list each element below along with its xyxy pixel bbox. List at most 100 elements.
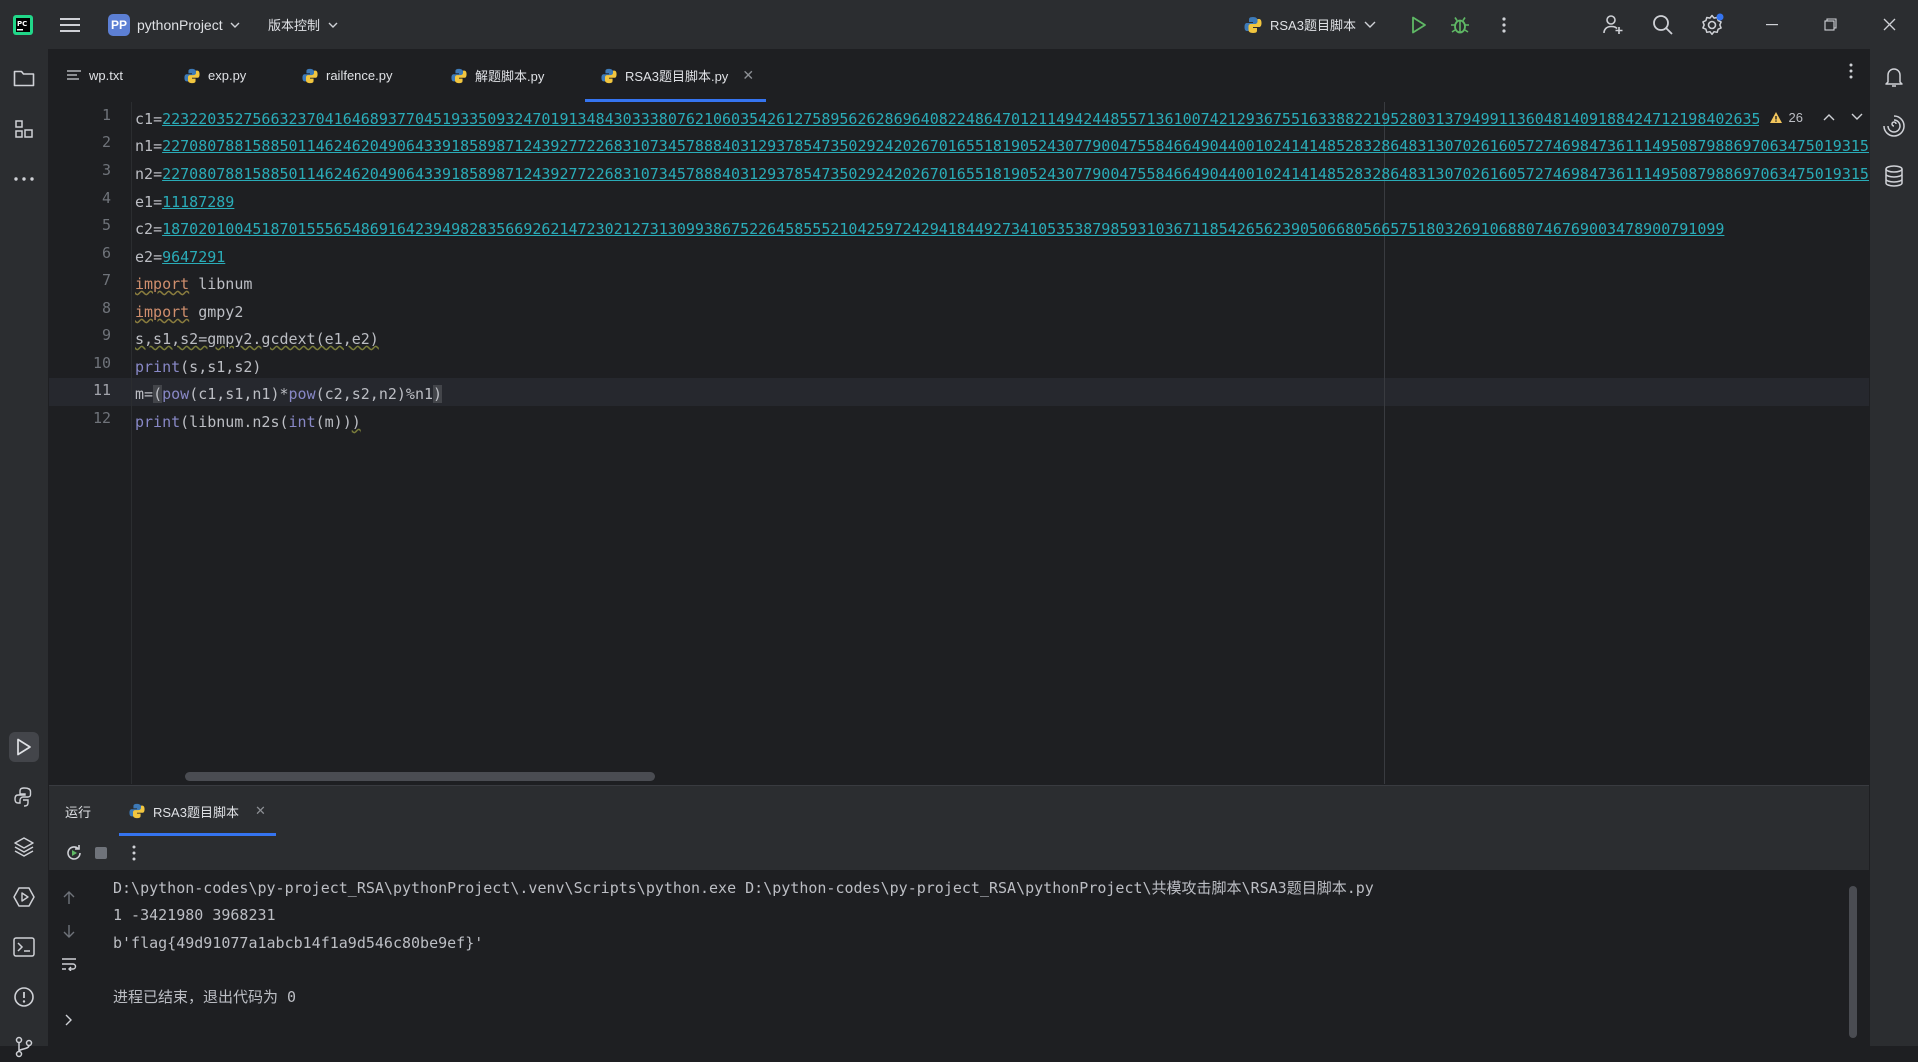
close-tab-icon[interactable]: ✕	[742, 67, 754, 84]
vcs-menu[interactable]: 版本控制	[268, 0, 338, 49]
operator: =	[153, 110, 163, 128]
add-user-button[interactable]	[1597, 0, 1629, 49]
run-configuration-selector[interactable]: RSA3题目脚本	[1244, 0, 1376, 49]
notifications-button[interactable]	[1879, 62, 1909, 92]
rerun-button[interactable]	[61, 840, 87, 866]
tab-label: exp.py	[208, 68, 247, 83]
debug-button[interactable]	[1444, 0, 1476, 49]
variable: n1	[135, 137, 154, 155]
tab-wp-txt[interactable]: wp.txt	[67, 49, 123, 102]
restore-button[interactable]	[1814, 0, 1846, 49]
scroll-down-button[interactable]	[59, 921, 79, 941]
soft-wrap-icon	[62, 958, 77, 971]
soft-wrap-button[interactable]	[59, 954, 79, 974]
tab-label: RSA3题目脚本.py	[625, 69, 729, 84]
code-line[interactable]: e2=9647291	[135, 244, 225, 271]
builtin-function: int	[288, 413, 316, 431]
warning-count: 26	[1788, 109, 1803, 125]
code-editor[interactable]: 1 2 3 4 5 6 7 8 9 10 11 12 c1=2232203527…	[49, 102, 1869, 784]
close-tab-icon[interactable]: ✕	[255, 803, 266, 819]
run-tab[interactable]: RSA3题目脚本 ✕	[119, 786, 276, 836]
services-tool-button[interactable]	[9, 882, 39, 912]
tab-label: railfence.py	[326, 68, 393, 83]
run-config-label: RSA3题目脚本	[1270, 18, 1356, 33]
builtin-function: print	[135, 358, 181, 376]
project-selector[interactable]: PP pythonProject	[108, 0, 240, 49]
right-margin-guide	[1384, 102, 1385, 784]
more-tools-button[interactable]	[9, 164, 39, 194]
run-tab-label: RSA3题目脚本	[153, 804, 239, 820]
search-icon	[1653, 14, 1673, 35]
structure-icon	[15, 120, 33, 138]
horizontal-scrollbar[interactable]	[185, 772, 655, 781]
problems-icon	[14, 987, 34, 1007]
chevron-down-icon[interactable]	[1851, 113, 1863, 121]
project-badge: PP	[108, 13, 130, 36]
text-file-icon	[67, 69, 81, 80]
code-line[interactable]: import libnum	[135, 271, 252, 298]
code-line[interactable]: e1=11187289	[135, 189, 234, 216]
folder-icon	[13, 70, 35, 87]
line-number: 10	[92, 354, 111, 372]
console-line: D:\python-codes\py-project_RSA\pythonPro…	[113, 879, 1374, 897]
search-button[interactable]	[1647, 0, 1679, 49]
builtin-function: pow	[288, 385, 316, 403]
run-more-button[interactable]	[121, 840, 147, 866]
structure-tool-button[interactable]	[9, 114, 39, 144]
code-line-current[interactable]: m=(pow(c1,s1,n1)*pow(c2,s2,n2)%n1)	[135, 381, 443, 408]
layers-tool-button[interactable]	[9, 832, 39, 862]
tab-railfence-py[interactable]: railfence.py	[302, 49, 392, 102]
chevron-down-icon	[230, 22, 240, 28]
console-output[interactable]: D:\python-codes\py-project_RSA\pythonPro…	[113, 870, 1853, 1047]
settings-button[interactable]	[1696, 0, 1728, 49]
arrow-up-icon	[63, 891, 75, 904]
line-number: 4	[101, 189, 111, 207]
tab-rsa3-script-py[interactable]: RSA3题目脚本.py ✕	[584, 49, 767, 102]
code-text: (m))	[315, 413, 352, 431]
stop-button[interactable]	[88, 840, 114, 866]
code-line[interactable]: import gmpy2	[135, 299, 243, 326]
code-line[interactable]: n1=2270807881588501146246204906433918589…	[135, 133, 1869, 160]
code-line[interactable]: c1=2232203527566323704164689377045193350…	[135, 106, 1869, 133]
git-tool-button[interactable]	[9, 1032, 39, 1062]
code-line[interactable]: s,s1,s2=gmpy2.gcdext(e1,e2)	[135, 326, 379, 353]
chevron-down-icon	[1364, 21, 1376, 28]
keyword: import	[135, 275, 190, 293]
run-tool-button[interactable]	[9, 732, 39, 762]
code-line[interactable]: c2=1870201004518701555654869164239498283…	[135, 216, 1724, 243]
run-button[interactable]	[1403, 0, 1435, 49]
play-icon	[1412, 16, 1426, 33]
gear-icon	[1702, 13, 1724, 35]
more-actions-button[interactable]	[1488, 0, 1520, 49]
problems-tool-button[interactable]	[9, 982, 39, 1012]
console-vertical-scrollbar[interactable]	[1849, 886, 1857, 1038]
left-tool-strip	[0, 49, 49, 1058]
main-menu-icon[interactable]	[60, 0, 86, 49]
line-number-gutter: 1 2 3 4 5 6 7 8 9 10 11 12	[49, 102, 131, 784]
line-number: 8	[101, 299, 111, 317]
console-line: 进程已结束，退出代码为 0	[113, 988, 297, 1006]
variable: c1	[135, 110, 154, 128]
database-button[interactable]	[1879, 161, 1909, 191]
tab-solve-script-py[interactable]: 解题脚本.py	[451, 49, 544, 102]
code-line[interactable]: n2=2270807881588501146246204906433918589…	[135, 161, 1869, 188]
expand-button[interactable]	[59, 1010, 79, 1030]
chevron-down-icon	[328, 22, 338, 28]
bell-icon	[1885, 68, 1903, 87]
chevron-up-icon[interactable]	[1823, 113, 1835, 121]
project-tool-button[interactable]	[9, 63, 39, 93]
tab-exp-py[interactable]: exp.py	[184, 49, 246, 102]
pycharm-logo-icon[interactable]: PC	[12, 0, 36, 49]
inspection-widget[interactable]: 26	[1758, 102, 1869, 132]
code-line[interactable]: print(libnum.n2s(int(m)))	[135, 409, 361, 436]
python-console-button[interactable]	[9, 782, 39, 812]
add-user-icon	[1603, 14, 1623, 34]
terminal-tool-button[interactable]	[9, 932, 39, 962]
close-window-button[interactable]	[1873, 0, 1905, 49]
python-icon	[1244, 16, 1262, 33]
code-line[interactable]: print(s,s1,s2)	[135, 354, 261, 381]
tabs-more-button[interactable]	[1849, 63, 1853, 79]
minimize-button[interactable]	[1756, 0, 1788, 49]
scroll-up-button[interactable]	[59, 888, 79, 908]
ai-assistant-button[interactable]	[1879, 111, 1909, 141]
